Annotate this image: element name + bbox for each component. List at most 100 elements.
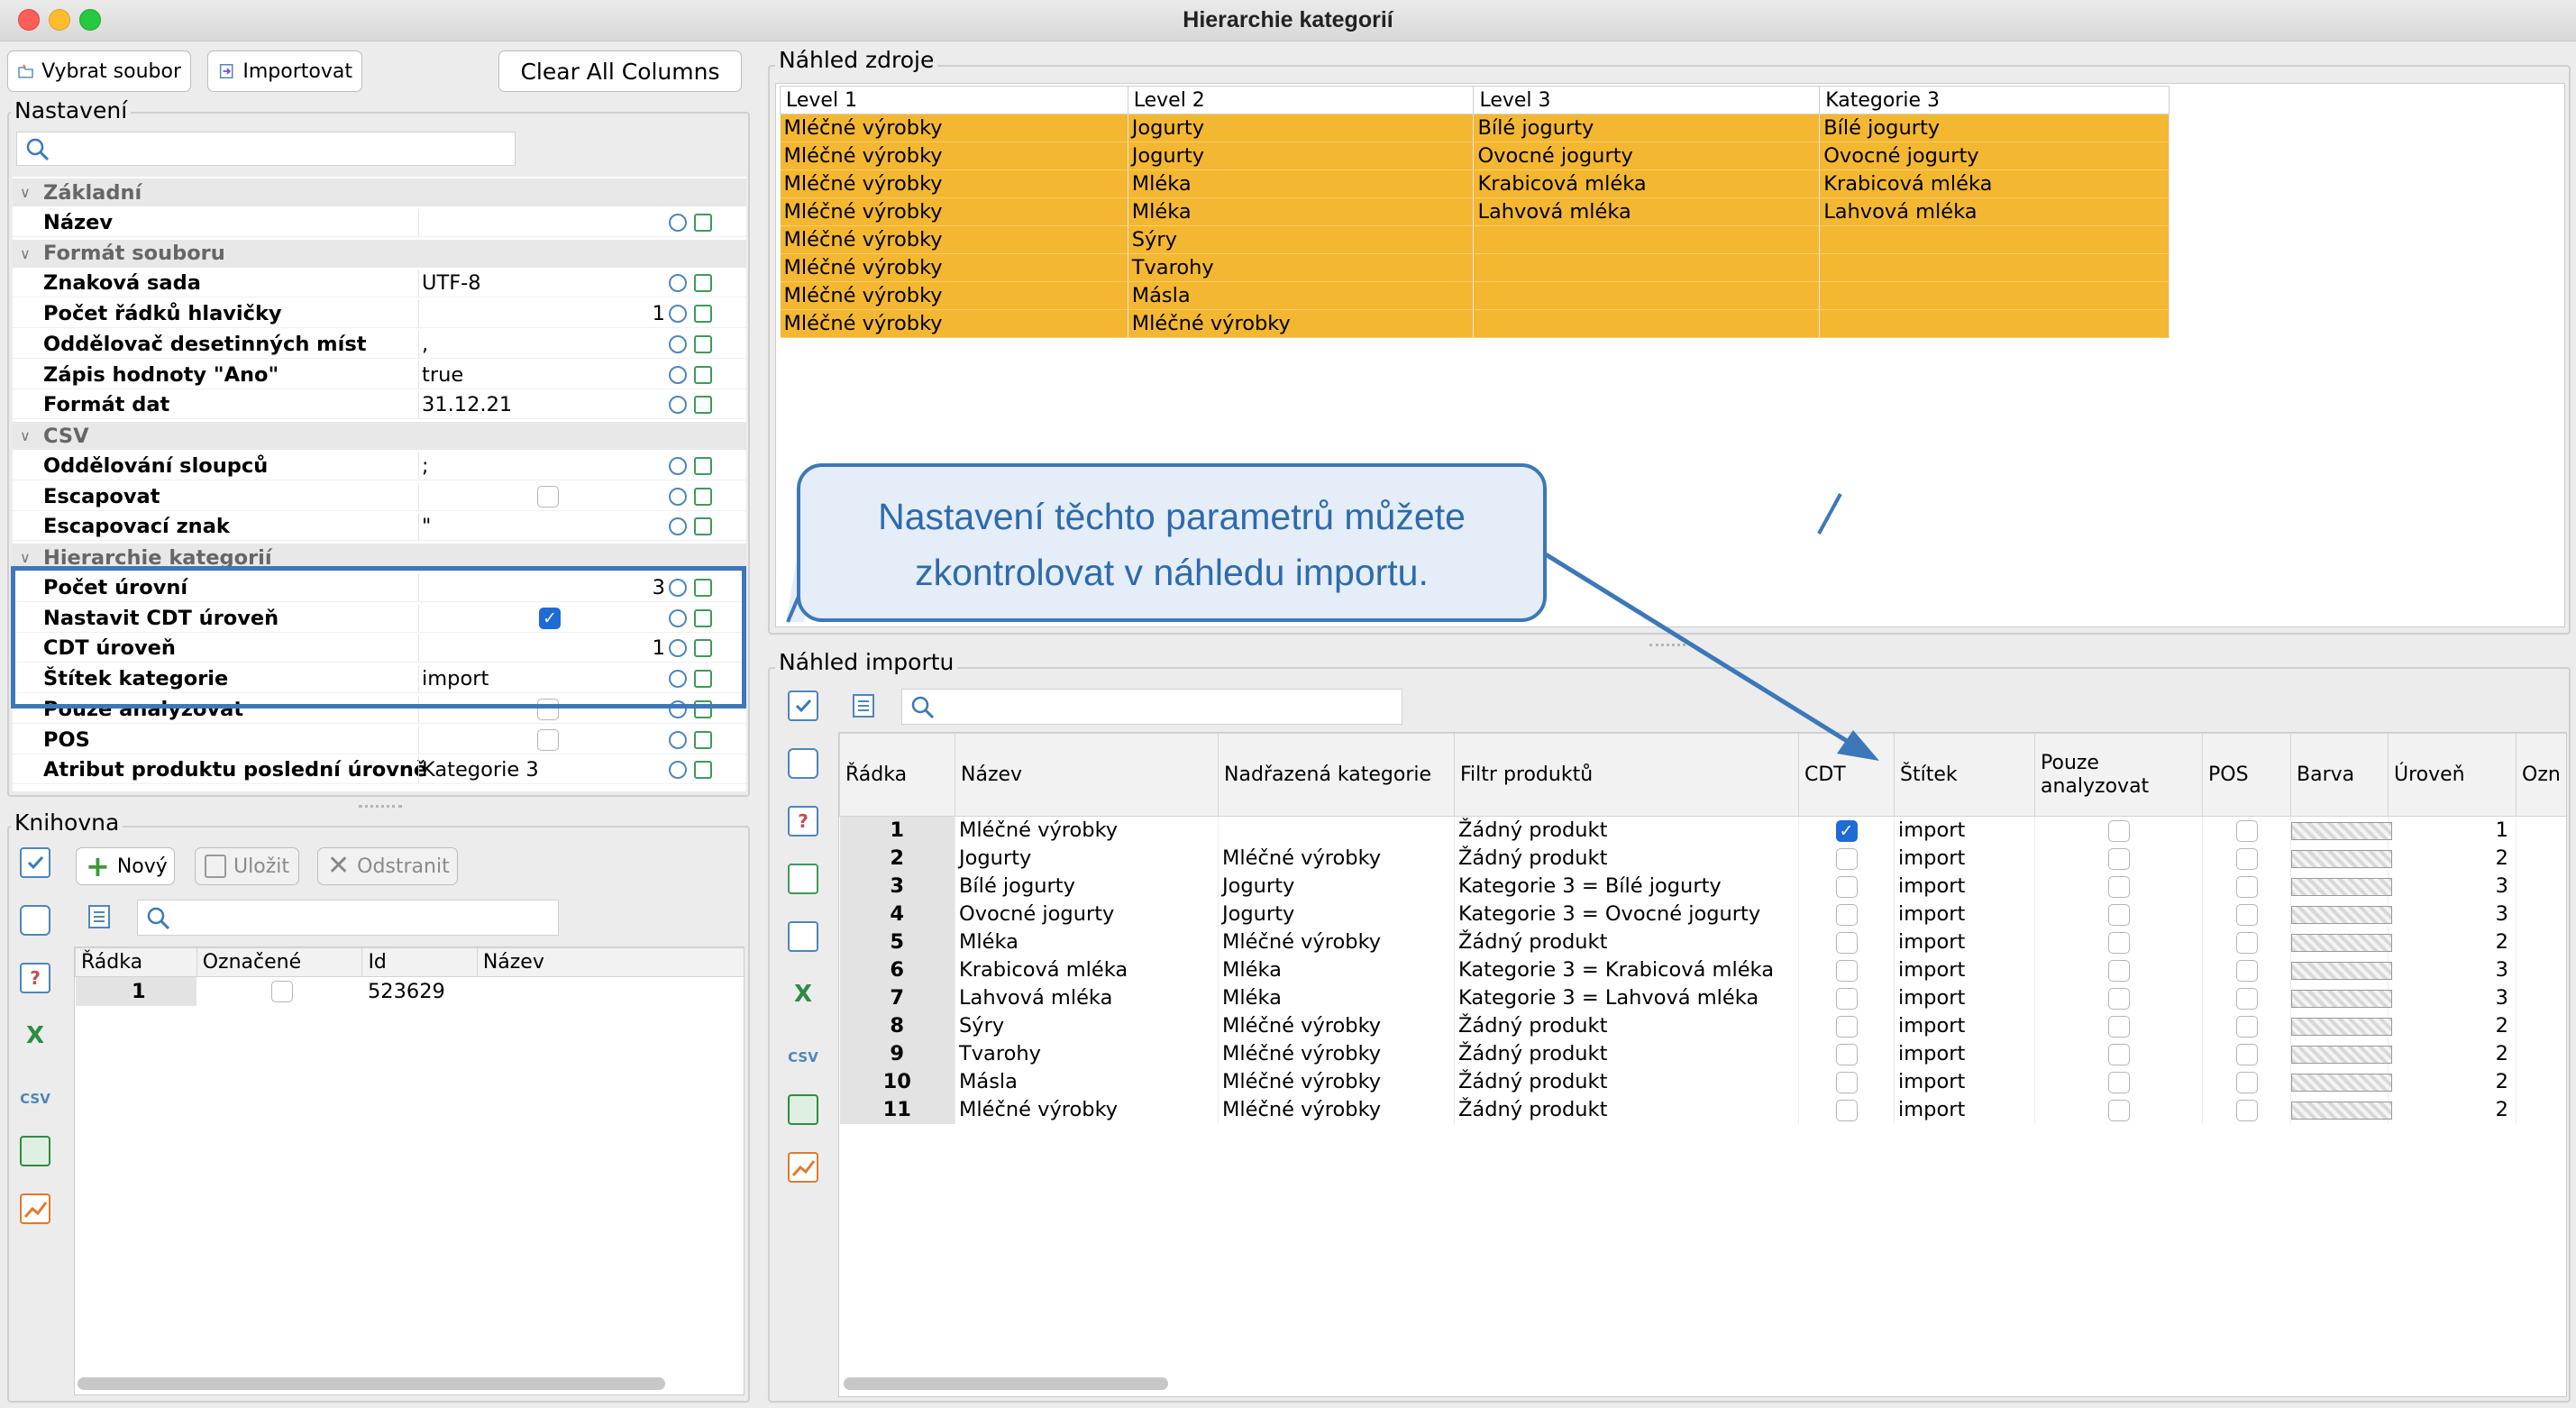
- table-icon[interactable]: [20, 1136, 50, 1166]
- import-column-ozn[interactable]: Ozn: [2516, 733, 2566, 817]
- horizontal-splitter[interactable]: [359, 805, 402, 808]
- color-swatch[interactable]: [2291, 933, 2392, 952]
- import-row[interactable]: 9 Tvarohy Mléčné výrobky Žádný produkt impor…: [839, 1039, 2566, 1068]
- library-column-radka[interactable]: Řádka: [75, 947, 197, 977]
- copy-value-icon[interactable]: [694, 487, 712, 506]
- chart-icon[interactable]: [788, 1152, 818, 1183]
- cdt-checkbox[interactable]: ✓: [1835, 819, 1858, 842]
- cdt-checkbox[interactable]: [1835, 987, 1858, 1010]
- check-all-icon[interactable]: [20, 847, 50, 878]
- analyze-only-checkbox[interactable]: [2107, 987, 2130, 1010]
- analyze-only-checkbox[interactable]: [2107, 1043, 2130, 1065]
- pos-checkbox[interactable]: [2235, 875, 2258, 898]
- cdt-checkbox[interactable]: [1835, 931, 1858, 954]
- color-swatch[interactable]: [2291, 1101, 2392, 1120]
- pos-checkbox[interactable]: [2235, 987, 2258, 1010]
- chart-icon[interactable]: [20, 1193, 50, 1224]
- color-swatch[interactable]: [2291, 1045, 2392, 1064]
- analyze-only-checkbox[interactable]: [2107, 819, 2130, 842]
- cdt-checkbox[interactable]: [1835, 959, 1858, 982]
- csv-export-icon[interactable]: CSV: [20, 1078, 50, 1109]
- reset-icon[interactable]: [669, 396, 687, 415]
- delete-button[interactable]: ✕ Odstranit: [317, 847, 458, 885]
- reset-icon[interactable]: [669, 456, 687, 475]
- import-row[interactable]: 7 Lahvová mléka Mléka Kategorie 3 = Lahvová…: [839, 983, 2566, 1012]
- import-column-stitek[interactable]: Štítek: [1894, 733, 2035, 817]
- import-row[interactable]: 4 Ovocné jogurty Jogurty Kategorie 3 = Ovoc…: [839, 900, 2566, 928]
- reset-icon[interactable]: [669, 517, 687, 536]
- chevron-down-icon[interactable]: ∨: [20, 245, 31, 262]
- import-button[interactable]: Importovat: [207, 50, 362, 92]
- import-column-uroven[interactable]: Úroveň: [2388, 733, 2517, 817]
- property-value[interactable]: ": [422, 515, 431, 538]
- analyze-only-checkbox[interactable]: [2107, 847, 2130, 870]
- cdt-checkbox[interactable]: [1835, 847, 1858, 870]
- library-horizontal-scrollbar[interactable]: [78, 1377, 665, 1390]
- property-value[interactable]: Kategorie 3: [422, 758, 539, 782]
- pos-checkbox[interactable]: [2235, 931, 2258, 954]
- reset-icon[interactable]: [669, 213, 687, 232]
- excel-export-icon[interactable]: X: [788, 979, 818, 1010]
- refresh-icon[interactable]: [788, 864, 818, 894]
- analyze-only-checkbox[interactable]: [2107, 1099, 2130, 1121]
- copy-value-icon[interactable]: [694, 730, 712, 749]
- import-row[interactable]: 11 Mléčné výrobky Mléčné výrobky Žádný prod…: [839, 1095, 2566, 1124]
- import-column-barva[interactable]: Barva: [2290, 733, 2389, 817]
- source-row[interactable]: Mléčné výrobky Mléčné výrobky: [780, 309, 2170, 338]
- copy-value-icon[interactable]: [694, 334, 712, 353]
- property-checkbox[interactable]: [537, 485, 559, 507]
- source-column-kategorie-3[interactable]: Kategorie 3: [1819, 86, 2170, 114]
- library-search-input[interactable]: [137, 900, 559, 936]
- reset-icon[interactable]: [669, 365, 687, 384]
- document-icon[interactable]: [788, 921, 818, 952]
- analyze-only-checkbox[interactable]: [2107, 931, 2130, 954]
- analyze-only-checkbox[interactable]: [2107, 959, 2130, 982]
- analyze-only-checkbox[interactable]: [2107, 875, 2130, 898]
- copy-icon[interactable]: [20, 905, 50, 936]
- library-column-nazev[interactable]: Název: [476, 947, 744, 977]
- property-checkbox[interactable]: [537, 728, 559, 751]
- source-row[interactable]: Mléčné výrobky Mléka Krabicová mléka Krabic…: [780, 169, 2170, 198]
- marked-checkbox[interactable]: [271, 981, 294, 1003]
- pos-checkbox[interactable]: [2235, 959, 2258, 982]
- import-row[interactable]: 1 Mléčné výrobky Žádný produkt ✓ import 1: [839, 816, 2566, 845]
- select-file-button[interactable]: Vybrat soubor: [7, 50, 191, 92]
- list-icon[interactable]: [85, 901, 115, 932]
- property-value[interactable]: ;: [422, 454, 429, 478]
- reset-icon[interactable]: [669, 761, 687, 780]
- chevron-down-icon[interactable]: ∨: [20, 427, 31, 444]
- cdt-checkbox[interactable]: [1835, 875, 1858, 898]
- reset-icon[interactable]: [669, 334, 687, 353]
- copy-value-icon[interactable]: [694, 213, 712, 232]
- save-button[interactable]: Uložit: [195, 847, 299, 885]
- pos-checkbox[interactable]: [2235, 847, 2258, 870]
- property-value[interactable]: UTF-8: [422, 271, 481, 295]
- analyze-only-checkbox[interactable]: [2107, 1015, 2130, 1038]
- color-swatch[interactable]: [2291, 989, 2392, 1008]
- chevron-down-icon[interactable]: ∨: [20, 184, 31, 201]
- analyze-only-checkbox[interactable]: [2107, 1071, 2130, 1093]
- source-row[interactable]: Mléčné výrobky Jogurty Ovocné jogurty Ovocn…: [780, 142, 2170, 170]
- source-row[interactable]: Mléčné výrobky Tvarohy: [780, 253, 2170, 282]
- color-swatch[interactable]: [2291, 1017, 2392, 1036]
- csv-export-icon[interactable]: CSV: [788, 1037, 818, 1067]
- copy-value-icon[interactable]: [694, 305, 712, 323]
- color-swatch[interactable]: [2291, 961, 2392, 980]
- source-row[interactable]: Mléčné výrobky Sýry: [780, 225, 2170, 254]
- analyze-only-checkbox[interactable]: [2107, 903, 2130, 926]
- source-column-level-3[interactable]: Level 3: [1473, 86, 1821, 114]
- import-column-pouze-analyzovat[interactable]: Pouze analyzovat: [2034, 733, 2203, 817]
- property-value[interactable]: true: [422, 363, 463, 387]
- reset-icon[interactable]: [669, 274, 687, 293]
- help-icon[interactable]: ?: [788, 806, 818, 837]
- import-row[interactable]: 2 Jogurty Mléčné výrobky Žádný produkt impor…: [839, 844, 2566, 873]
- pos-checkbox[interactable]: [2235, 1043, 2258, 1065]
- source-column-level-1[interactable]: Level 1: [780, 86, 1128, 114]
- library-row[interactable]: 152362905.01.21: [75, 976, 744, 1006]
- copy-value-icon[interactable]: [694, 761, 712, 780]
- settings-category-zakladni[interactable]: ∨ Základní: [13, 178, 746, 206]
- copy-value-icon[interactable]: [694, 517, 712, 536]
- clear-all-columns-button[interactable]: Clear All Columns: [498, 50, 742, 92]
- property-value[interactable]: ,: [422, 333, 428, 356]
- color-swatch[interactable]: [2291, 1073, 2392, 1092]
